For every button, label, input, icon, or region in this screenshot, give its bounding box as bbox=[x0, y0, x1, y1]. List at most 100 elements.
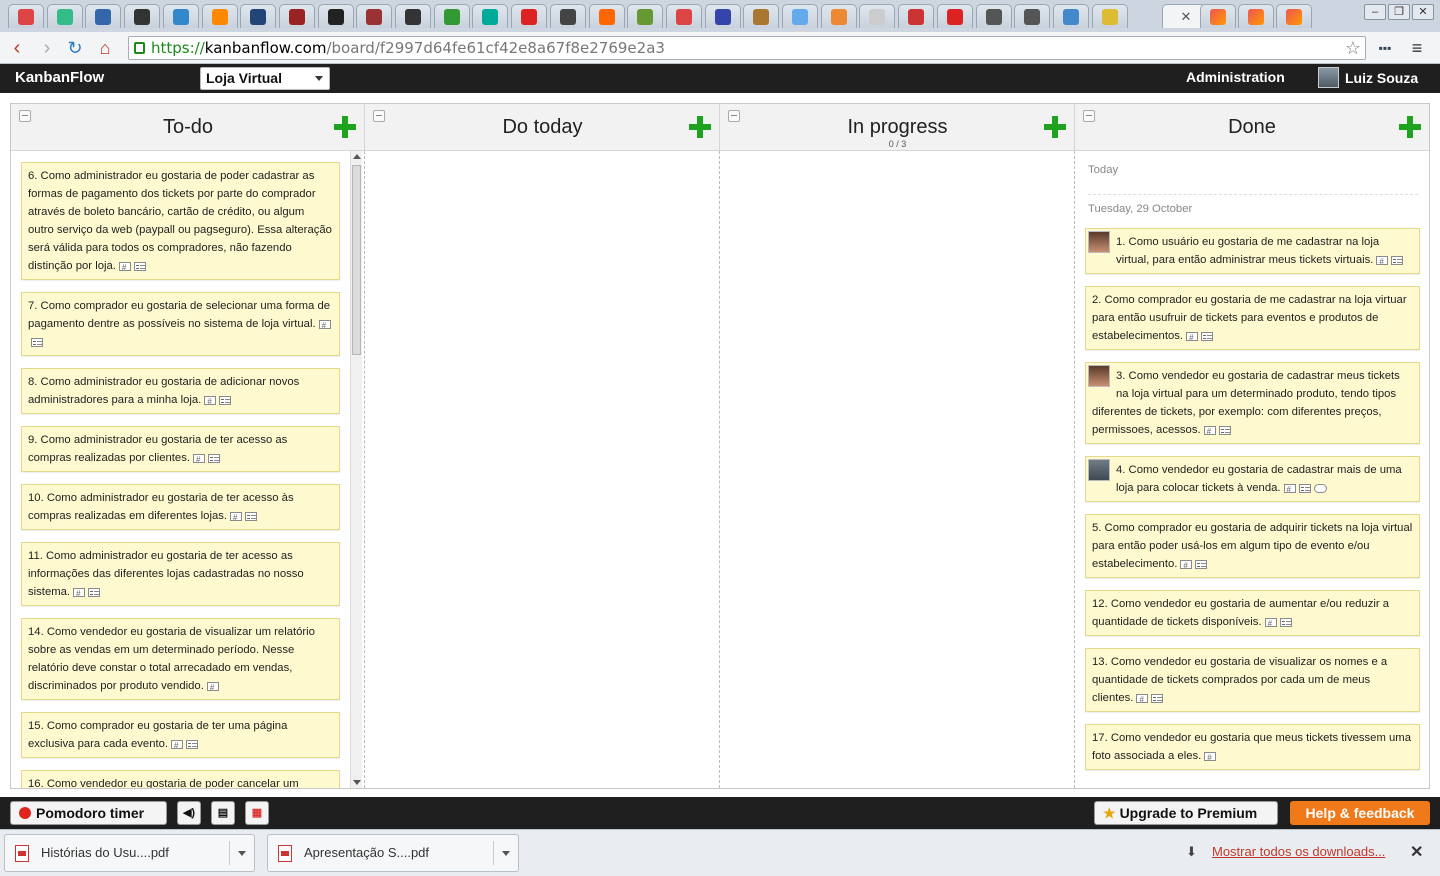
subtasks-icon[interactable] bbox=[1218, 425, 1231, 435]
subtasks-icon[interactable] bbox=[1279, 617, 1292, 627]
browser-tab[interactable] bbox=[936, 4, 973, 28]
browser-tab[interactable] bbox=[433, 4, 470, 28]
task-card[interactable]: 11. Como administrador eu gostaria de te… bbox=[21, 542, 340, 606]
browser-tab[interactable] bbox=[1238, 4, 1274, 28]
browser-tab[interactable] bbox=[124, 4, 161, 28]
browser-tab[interactable] bbox=[472, 4, 509, 28]
add-task-icon[interactable] bbox=[1399, 116, 1421, 138]
subtasks-icon[interactable] bbox=[1391, 255, 1404, 265]
tag-icon[interactable] bbox=[118, 259, 131, 277]
app-logo[interactable]: KanbanFlow bbox=[15, 69, 104, 86]
browser-tab[interactable] bbox=[898, 4, 935, 28]
todo-scrollbar[interactable] bbox=[350, 151, 362, 788]
help-feedback-button[interactable]: Help & feedback bbox=[1290, 801, 1430, 825]
tag-icon[interactable] bbox=[1264, 615, 1277, 633]
pomodoro-timer-button[interactable]: Pomodoro timer bbox=[10, 801, 167, 825]
minimize-window-button[interactable]: – bbox=[1364, 4, 1386, 20]
color-palette-icon[interactable]: ▦ bbox=[245, 801, 269, 825]
browser-tab[interactable] bbox=[201, 4, 238, 28]
tag-icon[interactable] bbox=[230, 509, 243, 527]
tag-icon[interactable] bbox=[73, 585, 86, 603]
task-card[interactable]: 16. Como vendedor eu gostaria de poder c… bbox=[21, 770, 340, 788]
browser-tab[interactable] bbox=[704, 4, 741, 28]
browser-tab[interactable] bbox=[8, 4, 44, 28]
tag-icon[interactable] bbox=[1180, 557, 1193, 575]
close-tab-icon[interactable]: ✕ bbox=[1181, 9, 1192, 25]
tag-icon[interactable] bbox=[1283, 481, 1296, 499]
task-card[interactable]: 5. Como comprador eu gostaria de adquiri… bbox=[1085, 514, 1420, 578]
scroll-up-icon[interactable] bbox=[353, 154, 361, 159]
tag-icon[interactable] bbox=[206, 679, 219, 697]
task-card[interactable]: 7. Como comprador eu gostaria de selecio… bbox=[21, 292, 340, 356]
tag-icon[interactable] bbox=[1204, 749, 1217, 767]
tag-icon[interactable] bbox=[318, 317, 331, 335]
browser-tab[interactable] bbox=[395, 4, 431, 28]
close-icon[interactable]: ✕ bbox=[1410, 842, 1423, 862]
extension-icon[interactable]: ▪▪▪ bbox=[1374, 37, 1396, 59]
browser-tab[interactable] bbox=[240, 4, 277, 28]
browser-tab[interactable] bbox=[1276, 4, 1312, 28]
task-card[interactable]: 1. Como usuário eu gostaria de me cadast… bbox=[1085, 228, 1420, 274]
browser-tab[interactable] bbox=[549, 4, 586, 28]
tag-icon[interactable] bbox=[1136, 691, 1149, 709]
add-task-icon[interactable] bbox=[689, 116, 711, 138]
task-card[interactable]: 17. Como vendedor eu gostaria que meus t… bbox=[1085, 724, 1420, 770]
tag-icon[interactable] bbox=[171, 737, 184, 755]
browser-tab[interactable] bbox=[1014, 4, 1051, 28]
browser-tab[interactable] bbox=[1091, 4, 1128, 28]
subtasks-icon[interactable] bbox=[133, 261, 146, 271]
task-card[interactable]: 14. Como vendedor eu gostaria de visuali… bbox=[21, 618, 340, 700]
browser-tab[interactable] bbox=[627, 4, 664, 28]
subtasks-icon[interactable] bbox=[186, 739, 199, 749]
subtasks-icon[interactable] bbox=[245, 511, 258, 521]
upgrade-premium-button[interactable]: ★ Upgrade to Premium bbox=[1094, 801, 1278, 825]
download-item[interactable]: Histórias do Usu....pdf bbox=[4, 834, 255, 872]
browser-tab[interactable] bbox=[356, 4, 393, 28]
subtasks-icon[interactable] bbox=[1151, 693, 1164, 703]
subtasks-icon[interactable] bbox=[1298, 483, 1311, 493]
forward-icon[interactable]: › bbox=[36, 37, 58, 59]
subtasks-icon[interactable] bbox=[208, 453, 220, 463]
browser-tab[interactable] bbox=[278, 4, 315, 28]
browser-tab[interactable] bbox=[1200, 4, 1236, 28]
scrollbar-thumb[interactable] bbox=[352, 165, 361, 355]
sound-icon[interactable]: ◀) bbox=[177, 801, 201, 825]
browser-tab[interactable] bbox=[820, 4, 857, 28]
chevron-down-icon[interactable] bbox=[502, 851, 510, 856]
menu-icon[interactable]: ≡ bbox=[1406, 37, 1428, 59]
board-selector[interactable]: Loja Virtual bbox=[200, 67, 330, 90]
tag-icon[interactable] bbox=[193, 451, 205, 469]
task-card[interactable]: 2. Como comprador eu gostaria de me cada… bbox=[1085, 286, 1420, 350]
browser-tab[interactable] bbox=[46, 4, 83, 28]
browser-tab[interactable] bbox=[859, 4, 896, 28]
task-card[interactable]: 15. Como comprador eu gostaria de ter um… bbox=[21, 712, 340, 758]
reload-icon[interactable]: ↻ bbox=[64, 37, 86, 59]
browser-tab[interactable] bbox=[743, 4, 780, 28]
tag-icon[interactable] bbox=[204, 393, 217, 411]
browser-tab[interactable] bbox=[317, 4, 354, 28]
subtasks-icon[interactable] bbox=[88, 587, 101, 597]
chevron-down-icon[interactable] bbox=[238, 851, 246, 856]
user-menu[interactable]: Luiz Souza bbox=[1318, 67, 1418, 88]
browser-tab[interactable] bbox=[782, 4, 818, 28]
browser-tab[interactable] bbox=[85, 4, 122, 28]
task-card[interactable]: 4. Como vendedor eu gostaria de cadastra… bbox=[1085, 456, 1420, 502]
administration-link[interactable]: Administration bbox=[1186, 69, 1285, 85]
add-task-icon[interactable] bbox=[1044, 116, 1066, 138]
scroll-down-icon[interactable] bbox=[353, 780, 361, 785]
task-card[interactable]: 6. Como administrador eu gostaria de pod… bbox=[21, 162, 340, 280]
add-task-icon[interactable] bbox=[334, 116, 356, 138]
task-card[interactable]: 8. Como administrador eu gostaria de adi… bbox=[21, 368, 340, 414]
task-card[interactable]: 10. Como administrador eu gostaria de te… bbox=[21, 484, 340, 530]
back-icon[interactable]: ‹ bbox=[6, 37, 28, 59]
browser-tab[interactable] bbox=[1052, 4, 1089, 28]
close-window-button[interactable]: ✕ bbox=[1412, 4, 1434, 20]
task-card[interactable]: 13. Como vendedor eu gostaria de visuali… bbox=[1085, 648, 1420, 712]
restore-window-button[interactable]: ❐ bbox=[1388, 4, 1410, 20]
subtasks-icon[interactable] bbox=[219, 395, 232, 405]
subtasks-icon[interactable] bbox=[31, 337, 43, 347]
browser-tab[interactable] bbox=[975, 4, 1012, 28]
download-item[interactable]: Apresentação S....pdf bbox=[267, 834, 519, 872]
print-icon[interactable]: ▤ bbox=[211, 801, 235, 825]
browser-tab[interactable] bbox=[162, 4, 199, 28]
